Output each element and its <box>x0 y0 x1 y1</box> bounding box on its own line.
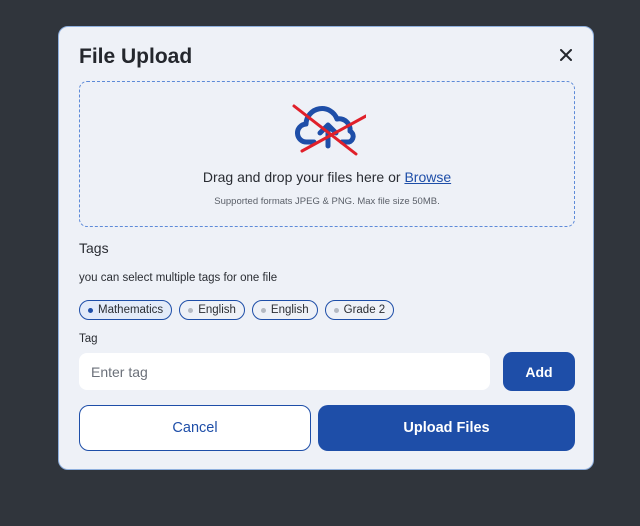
tag-chip-label: Grade 2 <box>343 304 386 316</box>
unselected-dot-icon <box>188 307 194 313</box>
tag-input[interactable] <box>79 353 490 390</box>
add-tag-button[interactable]: Add <box>503 352 575 391</box>
cancel-button[interactable]: Cancel <box>79 405 311 451</box>
tag-chip-label: Mathematics <box>98 304 164 316</box>
tags-hint: you can select multiple tags for one fil… <box>79 272 278 284</box>
drop-instructions-text: Drag and drop your files here or <box>202 169 401 185</box>
file-dropzone[interactable]: Drag and drop your files here or Browse … <box>79 81 575 227</box>
supported-formats-note: Supported formats JPEG & PNG. Max file s… <box>214 196 440 207</box>
tags-heading: Tags <box>79 240 109 256</box>
close-icon[interactable] <box>555 44 577 66</box>
cloud-upload-icon <box>292 104 366 156</box>
tag-field-label: Tag <box>79 333 98 345</box>
file-upload-dialog: File Upload Drag and drop your files her… <box>58 26 594 470</box>
selected-dot-icon <box>88 307 93 313</box>
drop-instructions: Drag and drop your files here or Browse <box>80 169 574 185</box>
upload-files-button[interactable]: Upload Files <box>318 405 575 451</box>
dialog-title: File Upload <box>79 45 193 68</box>
tag-chip-list: Mathematics English English Grade 2 <box>79 300 395 320</box>
unselected-dot-icon <box>333 307 339 313</box>
tag-chip-english[interactable]: English <box>179 300 245 320</box>
tag-chip-label: English <box>270 304 309 316</box>
tag-chip-label: English <box>198 304 236 316</box>
tag-chip-english-2[interactable]: English <box>251 300 318 320</box>
unselected-dot-icon <box>260 307 266 313</box>
tag-chip-grade-2[interactable]: Grade 2 <box>324 300 395 320</box>
tag-chip-mathematics[interactable]: Mathematics <box>79 300 173 320</box>
browse-link[interactable]: Browse <box>404 169 451 185</box>
